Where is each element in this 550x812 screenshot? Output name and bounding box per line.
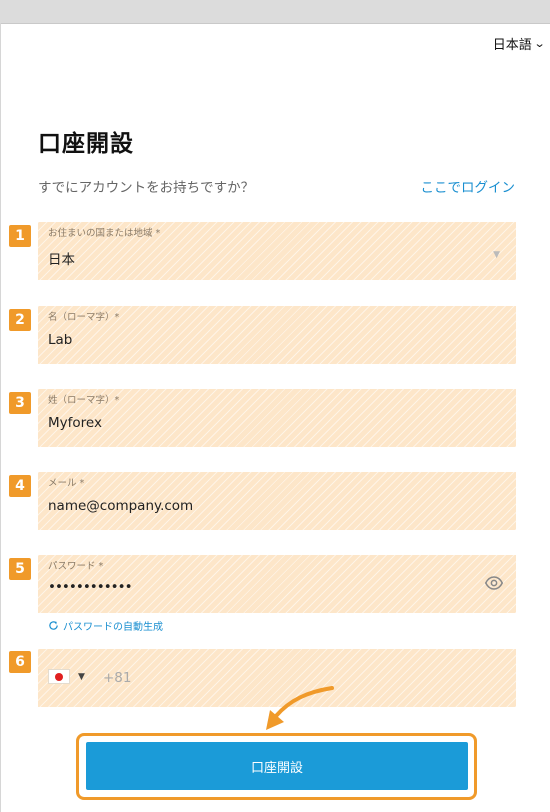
refresh-icon bbox=[49, 621, 58, 630]
eye-icon[interactable] bbox=[484, 574, 504, 592]
last-name-value: Myforex bbox=[48, 415, 102, 431]
language-selector[interactable]: 日本語 ⌄ bbox=[492, 34, 546, 53]
step-badge-2: 2 bbox=[9, 309, 31, 331]
step-badge-6: 6 bbox=[9, 651, 31, 673]
auto-generate-label: パスワードの自動生成 bbox=[63, 622, 163, 633]
first-name-label: 名（ローマ字）* bbox=[48, 312, 120, 323]
first-name-input[interactable]: 名（ローマ字）* Lab bbox=[38, 306, 516, 364]
last-name-input[interactable]: 姓（ローマ字）* Myforex bbox=[38, 389, 516, 447]
page-title: 口座開設 bbox=[38, 131, 134, 157]
password-value: •••••••••••• bbox=[48, 579, 133, 595]
email-label: メール * bbox=[48, 478, 85, 489]
first-name-value: Lab bbox=[48, 332, 73, 348]
last-name-label: 姓（ローマ字）* bbox=[48, 395, 120, 406]
password-label: パスワード * bbox=[48, 561, 104, 572]
have-account-text: すでにアカウントをお持ちですか？ bbox=[38, 180, 255, 196]
country-code-selector[interactable]: ▼ bbox=[48, 669, 85, 684]
step-badge-3: 3 bbox=[9, 392, 31, 414]
email-value: name@company.com bbox=[48, 498, 194, 514]
japan-flag-icon bbox=[48, 669, 70, 684]
curved-arrow-icon bbox=[266, 686, 334, 730]
left-edge-divider bbox=[0, 23, 1, 812]
dropdown-caret-icon: ▼ bbox=[78, 671, 85, 682]
dial-code: +81 bbox=[103, 670, 132, 686]
dropdown-caret-icon: ▼ bbox=[493, 250, 500, 260]
step-badge-4: 4 bbox=[9, 475, 31, 497]
country-value: 日本 bbox=[48, 252, 75, 268]
login-link[interactable]: ここでログイン bbox=[421, 176, 516, 196]
browser-top-bar bbox=[0, 0, 550, 24]
language-label: 日本語 bbox=[492, 38, 532, 53]
email-input[interactable]: メール * name@company.com bbox=[38, 472, 516, 530]
country-select[interactable]: お住まいの国または地域 * 日本 ▼ bbox=[38, 222, 516, 280]
chevron-down-icon: ⌄ bbox=[533, 37, 546, 50]
country-label: お住まいの国または地域 * bbox=[48, 228, 161, 239]
step-badge-5: 5 bbox=[9, 558, 31, 580]
auto-generate-password-link[interactable]: パスワードの自動生成 bbox=[48, 618, 163, 633]
password-input[interactable]: パスワード * •••••••••••• bbox=[38, 555, 516, 613]
step-badge-1: 1 bbox=[9, 225, 31, 247]
open-account-button[interactable]: 口座開設 bbox=[86, 742, 468, 790]
